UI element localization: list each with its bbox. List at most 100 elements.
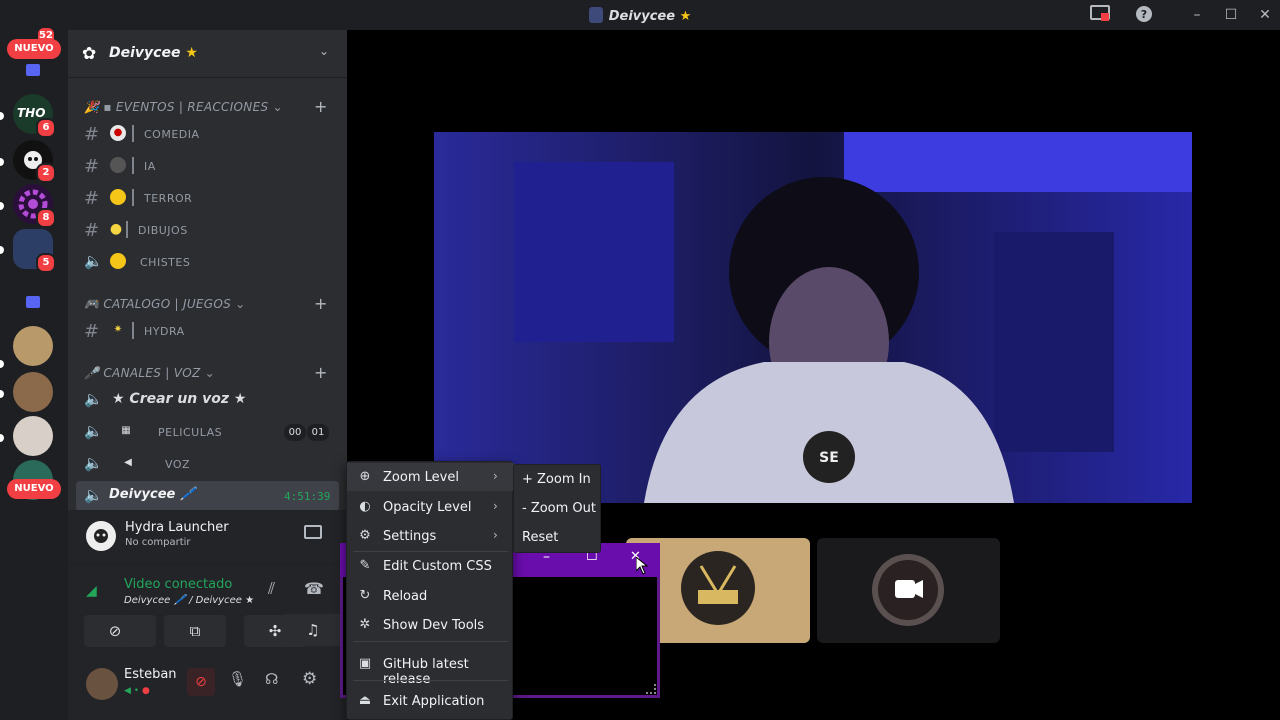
channel-label: TERROR — [144, 192, 193, 205]
chevron-down-icon[interactable]: ⌄ — [319, 44, 329, 58]
video-stream[interactable]: SE — [434, 132, 1192, 503]
channel-crear-voz[interactable]: 🔈 ★ Crear un voz ★ — [76, 385, 339, 415]
mention-badge: 6 — [36, 118, 56, 138]
channel-label: Deivycee 🖊️ — [109, 487, 197, 502]
menu-item-dev-tools[interactable]: ✲ Show Dev Tools — [347, 611, 514, 639]
disconnect-icon[interactable]: ☎ — [304, 579, 324, 598]
svg-text:SE: SE — [819, 450, 839, 466]
new-badge[interactable]: NUEVO — [7, 39, 61, 59]
channel-chistes[interactable]: 🔈 CHISTES — [76, 247, 339, 277]
channel-label: ★ Crear un voz ★ — [112, 391, 247, 407]
category-eventos[interactable]: 🎉 ▪ EVENTOS | REACCIONES ⌄ + — [84, 97, 327, 116]
speaker-icon: 🔈 — [84, 422, 103, 440]
menu-divider — [353, 641, 508, 642]
unread-indicator — [0, 202, 4, 210]
channel-label: COMEDIA — [144, 128, 200, 141]
close-button[interactable]: ✕ — [1250, 5, 1280, 25]
call-timer: 4:51:39 — [284, 490, 331, 503]
submenu-reset[interactable]: Reset — [514, 524, 602, 552]
menu-item-edit-css[interactable]: ✎ Edit Custom CSS — [347, 552, 514, 580]
user-panels: Hydra Launcher No compartir ◢ Video cone… — [68, 510, 347, 720]
mention-badge: 2 — [36, 163, 56, 183]
spacer — [120, 615, 156, 647]
server-name: Deivycee ★ — [109, 45, 198, 61]
category-catalogo[interactable]: 🎮 CATALOGO | JUEGOS ⌄ + — [84, 294, 327, 313]
divider — [132, 125, 134, 142]
resize-grip-icon[interactable] — [646, 684, 656, 694]
activity-app-name: Hydra Launcher — [125, 520, 229, 535]
menu-item-zoom-level[interactable]: ⊕ Zoom Level › — [347, 463, 514, 491]
headphones-icon[interactable]: ☊ — [265, 670, 278, 688]
add-channel-icon[interactable]: + — [314, 363, 328, 382]
server-icon-duo[interactable] — [13, 416, 53, 456]
screen-share-icon[interactable] — [1090, 5, 1110, 25]
submenu-zoom-out[interactable]: - Zoom Out — [514, 495, 602, 523]
participant-tile-2[interactable] — [817, 538, 1000, 643]
channel-deivycee[interactable]: 🔈 Deivycee 🖊️ 4:51:39 — [76, 481, 339, 511]
scream-icon — [110, 189, 126, 205]
menu-item-reload[interactable]: ↻ Reload — [347, 582, 514, 610]
minimize-button[interactable]: – — [1182, 5, 1212, 25]
microphone-icon: 🎤 — [84, 366, 100, 380]
text-channel-icon: # — [84, 321, 100, 342]
settings-icon[interactable]: ⚙ — [302, 669, 317, 689]
menu-item-exit[interactable]: ⏏ Exit Application — [347, 687, 514, 715]
server-gear-icon: ✿ — [82, 44, 97, 64]
category-label: CANALES | VOZ ⌄ — [103, 366, 215, 380]
menu-item-label: Reload — [383, 589, 428, 604]
activity-panel: Hydra Launcher No compartir — [68, 510, 347, 562]
add-channel-icon[interactable]: + — [314, 294, 328, 313]
unread-indicator — [0, 158, 4, 166]
signal-icon[interactable]: ◢ — [86, 583, 97, 599]
channel-voz[interactable]: 🔈 ◀ VOZ — [76, 449, 339, 479]
menu-item-opacity-level[interactable]: ◐ Opacity Level › — [347, 493, 514, 521]
maximize-button[interactable]: ☐ — [1216, 5, 1246, 25]
speaker-icon: 🔈 — [84, 454, 103, 472]
unread-indicator — [0, 360, 4, 368]
server-header[interactable]: ✿ Deivycee ★ ⌄ — [68, 30, 347, 78]
channel-dibujos[interactable]: # ● DIBUJOS — [76, 215, 339, 245]
channel-peliculas[interactable]: 🔈 ▦ PELICULAS 00 01 — [76, 417, 339, 447]
screen-share-icon: ⧉ — [189, 622, 201, 640]
screen-share-button[interactable]: ⧉ — [164, 615, 226, 647]
category-canales[interactable]: 🎤 CANALES | VOZ ⌄ + — [84, 363, 327, 382]
server-icon-photo[interactable] — [13, 326, 53, 366]
menu-item-settings[interactable]: ⚙ Settings › — [347, 522, 514, 550]
server-icon-person[interactable] — [13, 372, 53, 412]
channel-comedia[interactable]: # ● COMEDIA — [76, 119, 339, 149]
speaker-icon: 🔈 — [84, 390, 103, 408]
soundboard-button[interactable]: ♫ — [283, 614, 343, 646]
folder-icon[interactable] — [26, 64, 40, 76]
channel-label: CHISTES — [140, 256, 191, 269]
avatar[interactable] — [86, 668, 118, 700]
text-channel-icon: # — [84, 156, 100, 177]
channel-ia[interactable]: # IA — [76, 151, 339, 181]
new-badge[interactable]: NUEVO — [7, 479, 61, 499]
voice-status: Video conectado — [124, 577, 233, 592]
gamepad-icon: 🎮 — [84, 297, 100, 311]
gear-icon: ⚙ — [359, 528, 371, 543]
activities-icon: ✣ — [268, 622, 282, 640]
zoom-submenu: + Zoom In - Zoom Out Reset — [513, 464, 601, 553]
text-channel-icon: # — [84, 124, 100, 145]
add-channel-icon[interactable]: + — [314, 97, 328, 116]
channel-label: DIBUJOS — [138, 224, 188, 237]
user-limit: 01 — [307, 424, 329, 441]
channel-hydra[interactable]: # ✷ HYDRA — [76, 316, 339, 346]
menu-item-github-release[interactable]: ▣ GitHub latest release — [347, 650, 514, 687]
bug-icon: ✲ — [359, 617, 371, 632]
divider — [132, 322, 134, 339]
help-icon[interactable]: ? — [1134, 5, 1154, 25]
mention-badge: 8 — [36, 208, 56, 228]
folder-icon[interactable] — [26, 296, 40, 308]
voice-channel: Deivycee 🖊️ / Deivycee ★ — [124, 595, 255, 606]
noise-suppression-icon[interactable]: ⫽ — [268, 579, 275, 599]
stream-icon[interactable] — [304, 525, 322, 539]
channel-terror[interactable]: # TERROR — [76, 183, 339, 213]
submenu-zoom-in[interactable]: + Zoom In — [514, 466, 602, 494]
camera-off-icon[interactable]: ⊘ — [187, 668, 215, 696]
soundboard-icon: ♫ — [306, 621, 320, 639]
edit-icon: ✎ — [359, 558, 371, 573]
menu-item-label: Show Dev Tools — [383, 618, 485, 633]
microphone-icon[interactable]: 🎙 — [228, 670, 247, 688]
